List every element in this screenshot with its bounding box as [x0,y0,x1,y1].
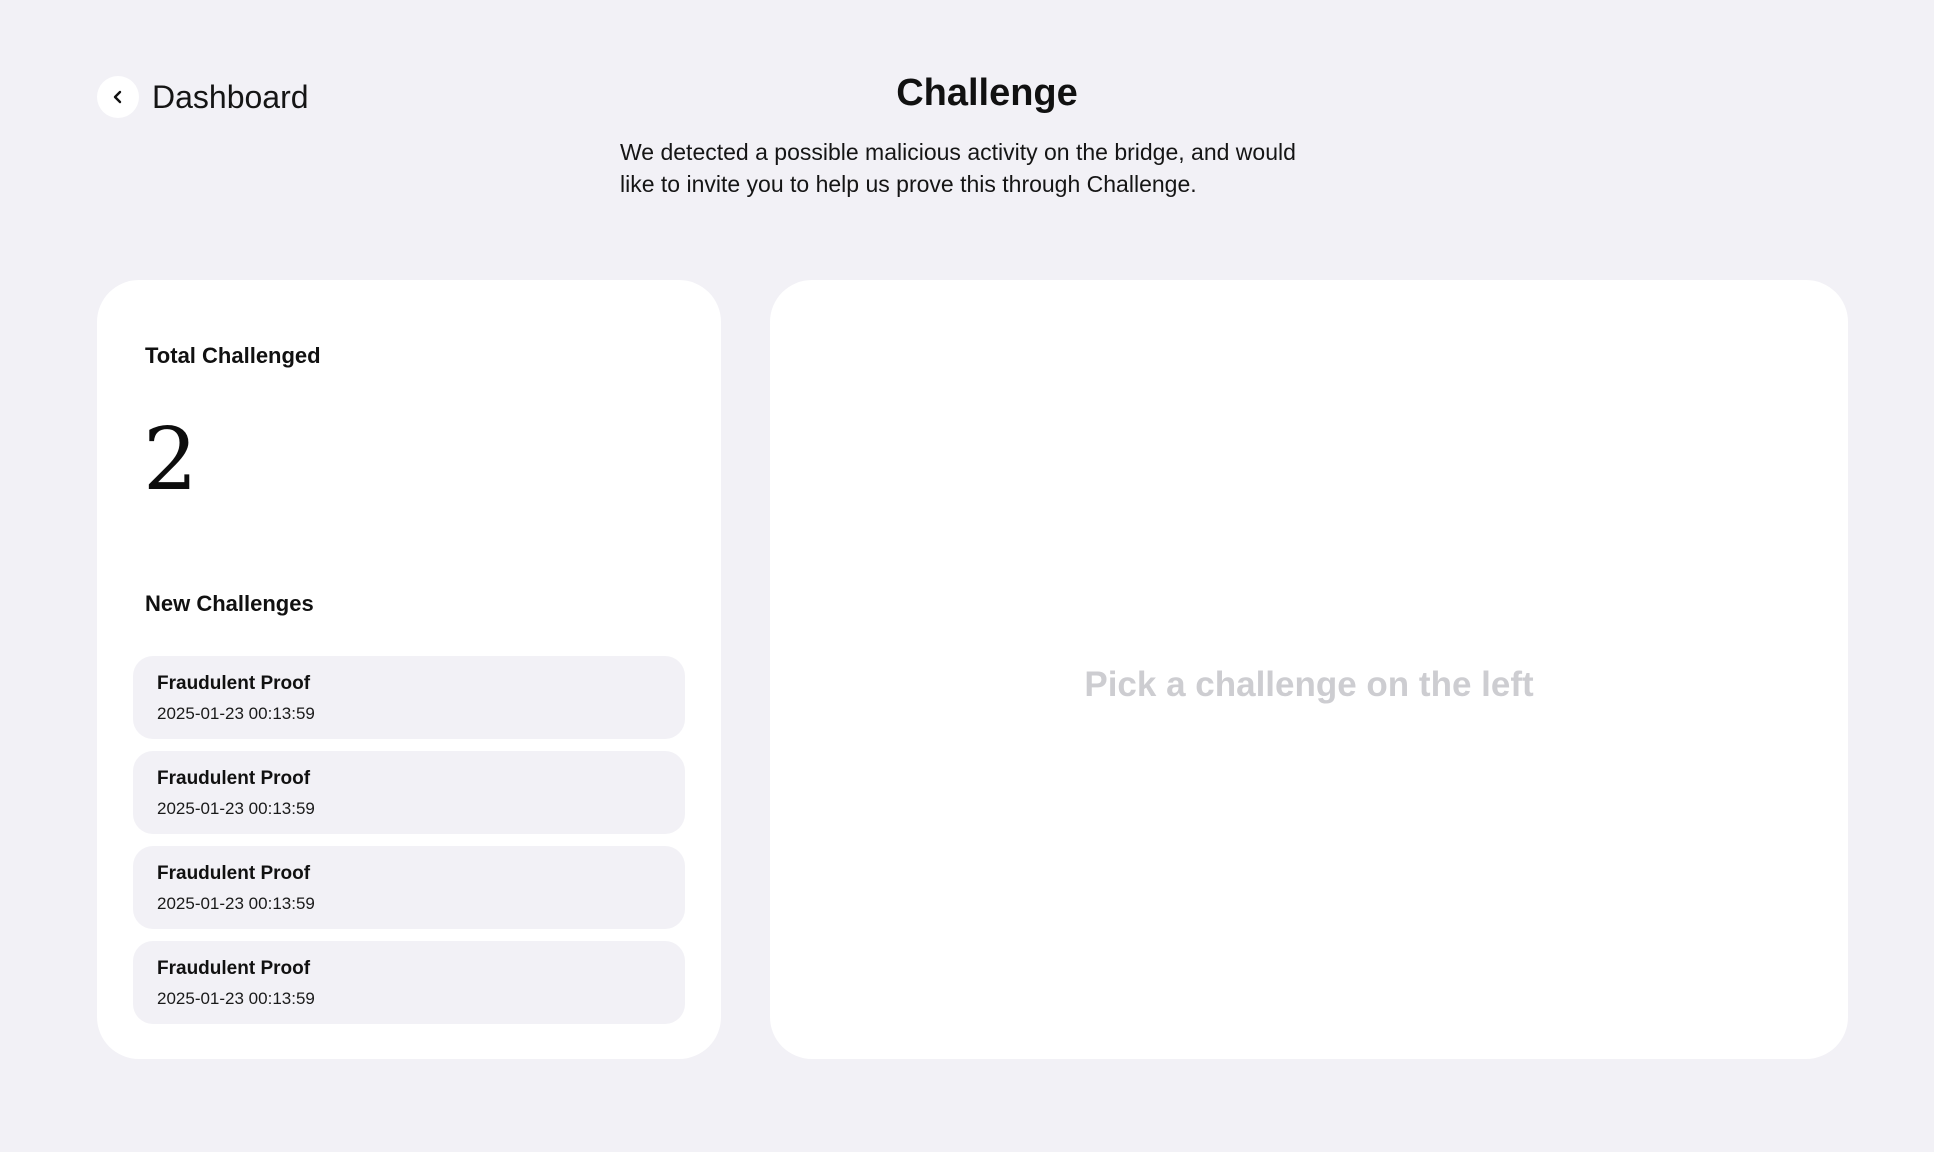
challenge-title: Fraudulent Proof [157,863,311,884]
empty-state-message: Pick a challenge on the left [1084,664,1534,704]
total-challenged-value: 2 [143,410,198,510]
challenge-list-item[interactable]: Fraudulent Proof 2025-01-23 00:13:59 [133,656,685,739]
challenge-timestamp: 2025-01-23 00:13:59 [157,799,315,818]
challenge-page: Dashboard Challenge We detected a possib… [0,0,1934,1152]
total-challenged-label: Total Challenged [145,343,321,368]
challenge-summary-card: Total Challenged 2 New Challenges Fraudu… [97,280,721,1059]
page-description: We detected a possible malicious activit… [620,139,1296,197]
page-title: Challenge [896,72,1078,114]
new-challenges-heading: New Challenges [145,591,314,616]
challenge-list-item[interactable]: Fraudulent Proof 2025-01-23 00:13:59 [133,751,685,834]
challenge-timestamp: 2025-01-23 00:13:59 [157,894,315,913]
challenge-timestamp: 2025-01-23 00:13:59 [157,704,315,723]
challenge-list-item[interactable]: Fraudulent Proof 2025-01-23 00:13:59 [133,846,685,929]
challenge-title: Fraudulent Proof [157,958,311,979]
challenge-detail-panel: Pick a challenge on the left [770,280,1848,1059]
challenge-list: Fraudulent Proof 2025-01-23 00:13:59 Fra… [133,656,685,1024]
challenge-title: Fraudulent Proof [157,673,311,694]
challenge-list-item[interactable]: Fraudulent Proof 2025-01-23 00:13:59 [133,941,685,1024]
challenge-timestamp: 2025-01-23 00:13:59 [157,989,315,1008]
challenge-title: Fraudulent Proof [157,768,311,789]
